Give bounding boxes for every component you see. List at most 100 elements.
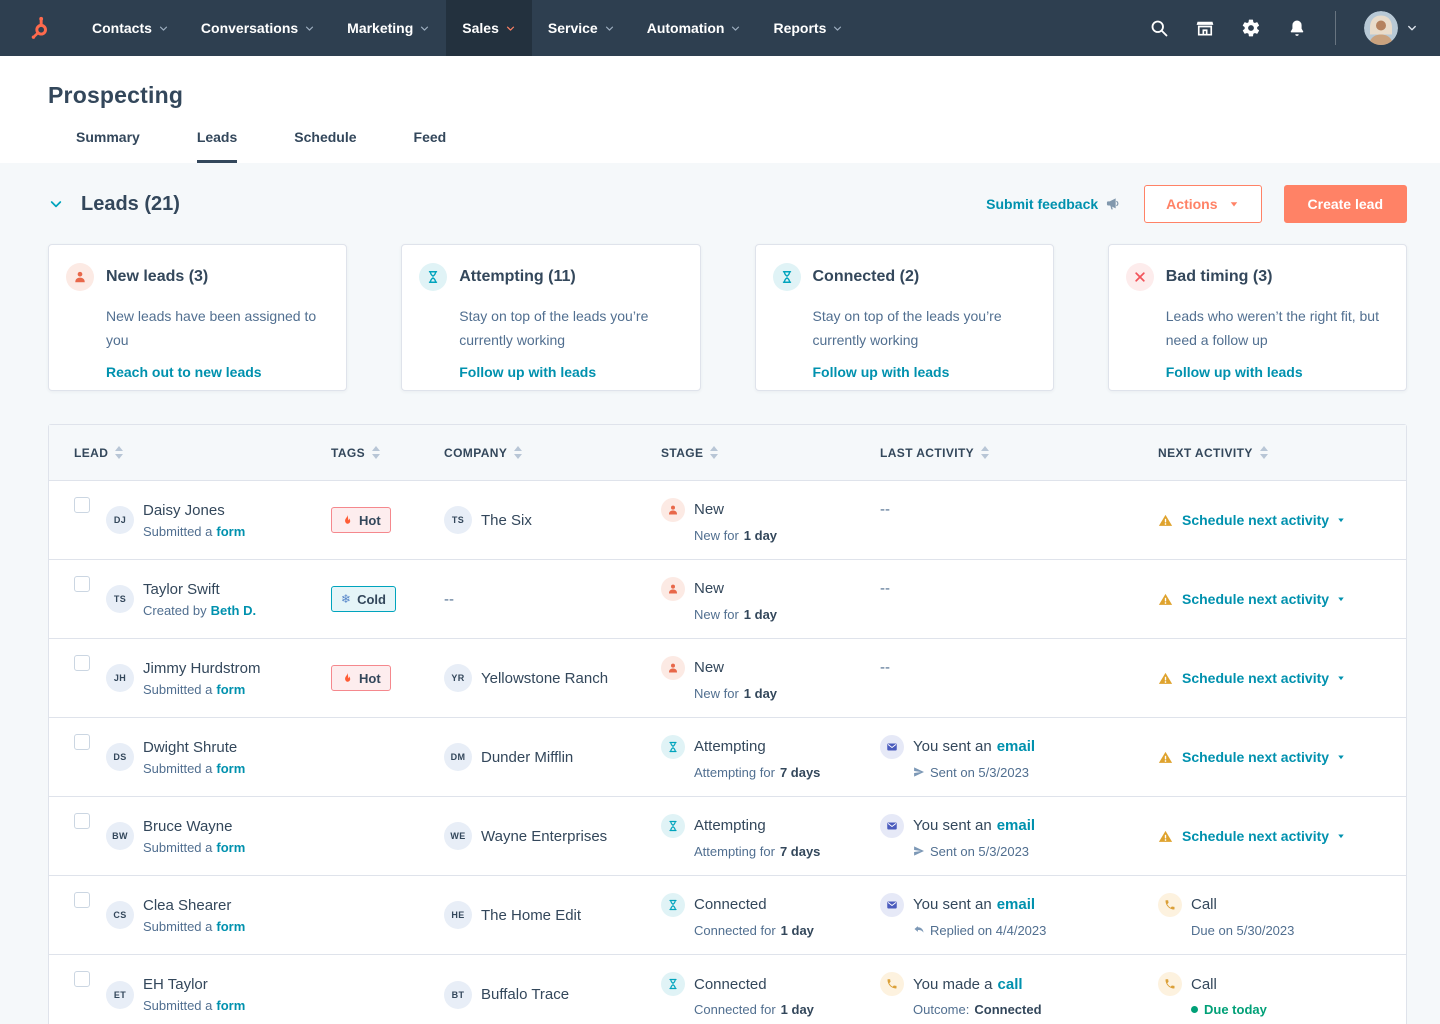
col-head-tags[interactable]: TAGS	[331, 425, 444, 480]
table-row: DJ Daisy Jones Submitted aform Hot TSThe…	[49, 481, 1406, 560]
divider	[1335, 11, 1336, 45]
form-link[interactable]: form	[216, 761, 245, 776]
lead-avatar: TS	[106, 585, 134, 613]
lead-name[interactable]: Daisy Jones	[143, 502, 245, 519]
chevron-down-icon	[1406, 22, 1418, 34]
marketplace-icon[interactable]	[1195, 18, 1215, 38]
nav-item-reports[interactable]: Reports	[757, 0, 859, 56]
email-link[interactable]: email	[997, 738, 1035, 755]
tab-schedule[interactable]: Schedule	[294, 129, 356, 163]
company-avatar: BT	[444, 981, 472, 1009]
email-link[interactable]: email	[997, 896, 1035, 913]
lead-name[interactable]: EH Taylor	[143, 976, 245, 993]
col-head-lead[interactable]: LEAD	[74, 425, 331, 480]
company-name: Yellowstone Ranch	[481, 670, 608, 687]
col-head-stage[interactable]: STAGE	[661, 425, 880, 480]
company-avatar: YR	[444, 664, 472, 692]
lead-subtitle: Created byBeth D.	[143, 603, 256, 618]
schedule-next-activity[interactable]: Schedule next activity	[1158, 591, 1346, 607]
lead-name[interactable]: Dwight Shrute	[143, 739, 245, 756]
row-checkbox[interactable]	[74, 576, 90, 592]
tab-feed[interactable]: Feed	[414, 129, 447, 163]
flame-icon	[341, 514, 353, 526]
schedule-next-activity[interactable]: Schedule next activity	[1158, 670, 1346, 686]
hubspot-logo-icon[interactable]	[26, 15, 52, 41]
caret-down-icon	[1228, 198, 1240, 210]
email-icon	[880, 893, 904, 917]
form-link[interactable]: form	[216, 524, 245, 539]
nav-item-marketing[interactable]: Marketing	[331, 0, 446, 56]
lead-name[interactable]: Taylor Swift	[143, 581, 256, 598]
search-icon[interactable]	[1149, 18, 1169, 38]
lead-avatar: JH	[106, 664, 134, 692]
send-icon	[913, 845, 925, 857]
card-link[interactable]: Follow up with leads	[1166, 364, 1303, 380]
warning-icon	[1158, 671, 1173, 686]
flame-icon	[341, 672, 353, 684]
next-activity-due-today: Due today	[1158, 1002, 1267, 1017]
gear-icon[interactable]	[1241, 18, 1261, 38]
sort-icon	[710, 446, 718, 459]
tab-leads[interactable]: Leads	[197, 129, 237, 163]
form-link[interactable]: form	[216, 840, 245, 855]
stage-duration: Connected for1 day	[661, 923, 814, 938]
row-checkbox[interactable]	[74, 971, 90, 987]
lead-subtitle: Submitted aform	[143, 761, 245, 776]
form-link[interactable]: form	[216, 919, 245, 934]
company-name: The Six	[481, 512, 532, 529]
row-checkbox[interactable]	[74, 892, 90, 908]
row-checkbox[interactable]	[74, 734, 90, 750]
owner-link[interactable]: Beth D.	[211, 603, 257, 618]
tab-summary[interactable]: Summary	[76, 129, 140, 163]
row-checkbox[interactable]	[74, 655, 90, 671]
email-icon	[880, 814, 904, 838]
table-row: BW Bruce Wayne Submitted aform WEWayne E…	[49, 797, 1406, 876]
chevron-down-icon	[730, 23, 741, 34]
actions-button[interactable]: Actions	[1144, 185, 1261, 223]
schedule-next-activity[interactable]: Schedule next activity	[1158, 512, 1346, 528]
card-title: Attempting (11)	[459, 268, 575, 286]
schedule-next-activity[interactable]: Schedule next activity	[1158, 828, 1346, 844]
lead-name[interactable]: Bruce Wayne	[143, 818, 245, 835]
lead-name[interactable]: Jimmy Hurdstrom	[143, 660, 261, 677]
card-link[interactable]: Reach out to new leads	[106, 364, 262, 380]
submit-feedback-link[interactable]: Submit feedback	[986, 196, 1122, 212]
stage-duration: Connected for1 day	[661, 1002, 814, 1017]
nav-item-conversations[interactable]: Conversations	[185, 0, 331, 56]
stage-hourglass-icon	[661, 972, 685, 996]
card-body: New leads have been assigned to you	[106, 304, 321, 352]
nav-item-service[interactable]: Service	[532, 0, 631, 56]
form-link[interactable]: form	[216, 998, 245, 1013]
card-title: Connected (2)	[813, 268, 920, 286]
nav-item-contacts[interactable]: Contacts	[76, 0, 185, 56]
caret-down-icon	[1336, 752, 1346, 762]
col-head-company[interactable]: COMPANY	[444, 425, 661, 480]
schedule-next-activity[interactable]: Schedule next activity	[1158, 749, 1346, 765]
form-link[interactable]: form	[216, 682, 245, 697]
sort-icon	[372, 446, 380, 459]
company-avatar: WE	[444, 822, 472, 850]
call-link[interactable]: call	[998, 976, 1023, 993]
email-link[interactable]: email	[997, 817, 1035, 834]
card-title: Bad timing (3)	[1166, 268, 1273, 286]
caret-down-icon	[1336, 594, 1346, 604]
lead-name[interactable]: Clea Shearer	[143, 897, 245, 914]
card-link[interactable]: Follow up with leads	[459, 364, 596, 380]
col-head-next-activity[interactable]: NEXT ACTIVITY	[1158, 425, 1406, 480]
col-head-last-activity[interactable]: LAST ACTIVITY	[880, 425, 1158, 480]
bell-icon[interactable]	[1287, 18, 1307, 38]
card-body: Stay on top of the leads you’re currentl…	[459, 304, 674, 352]
row-checkbox[interactable]	[74, 813, 90, 829]
avatar	[1364, 11, 1398, 45]
table-row: ET EH Taylor Submitted aform BTBuffalo T…	[49, 955, 1406, 1024]
table-row: CS Clea Shearer Submitted aform HEThe Ho…	[49, 876, 1406, 955]
nav-item-sales[interactable]: Sales	[446, 0, 532, 56]
row-checkbox[interactable]	[74, 497, 90, 513]
caret-down-icon	[1336, 673, 1346, 683]
nav-item-automation[interactable]: Automation	[631, 0, 758, 56]
user-account-menu[interactable]	[1364, 11, 1418, 45]
section-title: Leads (21)	[81, 193, 180, 216]
collapse-chevron-icon[interactable]	[48, 196, 64, 212]
create-lead-button[interactable]: Create lead	[1284, 185, 1407, 223]
card-link[interactable]: Follow up with leads	[813, 364, 950, 380]
